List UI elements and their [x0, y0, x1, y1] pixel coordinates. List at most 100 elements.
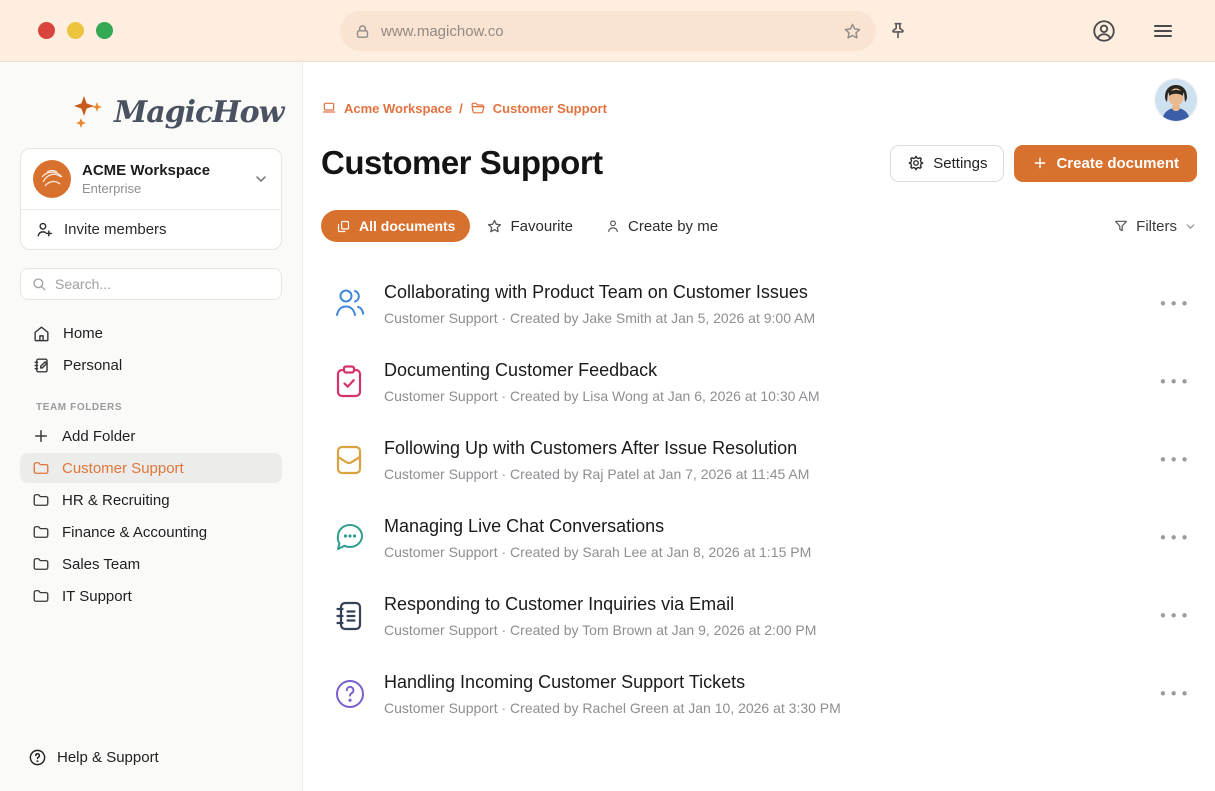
- sidebar-folder-label: Sales Team: [62, 556, 140, 573]
- address-bar[interactable]: www.magichow.co: [340, 11, 876, 51]
- sidebar-item-home[interactable]: Home: [20, 318, 282, 348]
- sidebar-folder-finance-accounting[interactable]: Finance & Accounting: [20, 517, 282, 547]
- row-menu-button[interactable]: •••: [1158, 295, 1191, 313]
- document-row[interactable]: Responding to Customer Inquiries via Ema…: [321, 584, 1197, 648]
- sidebar-folder-it-support[interactable]: IT Support: [20, 581, 282, 611]
- create-document-label: Create document: [1056, 155, 1179, 172]
- clipboard-check-icon: [334, 364, 366, 400]
- funnel-icon: [1113, 218, 1129, 234]
- person-icon: [605, 218, 621, 234]
- sidebar-folder-label: IT Support: [62, 588, 132, 605]
- sidebar-item-label: Home: [63, 325, 103, 342]
- search-box: [20, 268, 282, 300]
- sidebar-folder-label: HR & Recruiting: [62, 492, 170, 509]
- search-icon: [31, 276, 47, 292]
- tab-label: All documents: [359, 218, 455, 234]
- tab-label: Create by me: [628, 218, 718, 235]
- invite-members-label: Invite members: [64, 221, 167, 238]
- lock-icon: [354, 23, 371, 40]
- gear-icon: [907, 154, 925, 172]
- settings-button[interactable]: Settings: [890, 145, 1004, 182]
- tab-favourite[interactable]: Favourite: [486, 218, 573, 235]
- document-row[interactable]: Handling Incoming Customer Support Ticke…: [321, 662, 1197, 726]
- document-title: Handling Incoming Customer Support Ticke…: [384, 672, 841, 693]
- plus-icon: [32, 427, 50, 445]
- users-icon: [334, 286, 366, 322]
- document-row[interactable]: Collaborating with Product Team on Custo…: [321, 272, 1197, 336]
- document-row[interactable]: Following Up with Customers After Issue …: [321, 428, 1197, 492]
- account-icon[interactable]: [1089, 16, 1119, 46]
- filters-button[interactable]: Filters: [1113, 218, 1197, 235]
- main-content: Acme Workspace / Customer Support: [303, 62, 1215, 791]
- folder-open-icon: [470, 100, 486, 116]
- invite-members-button[interactable]: Invite members: [21, 209, 281, 249]
- search-input[interactable]: [55, 276, 271, 292]
- plus-icon: [1032, 155, 1048, 171]
- filters-label: Filters: [1136, 218, 1177, 235]
- sidebar-folder-label: Finance & Accounting: [62, 524, 207, 541]
- folder-icon: [32, 523, 50, 541]
- bookmark-star-icon[interactable]: [843, 22, 862, 41]
- folder-icon: [32, 491, 50, 509]
- url-text: www.magichow.co: [381, 23, 843, 40]
- create-document-button[interactable]: Create document: [1014, 145, 1197, 182]
- laptop-icon: [321, 100, 337, 116]
- breadcrumb-workspace[interactable]: Acme Workspace: [344, 101, 452, 116]
- help-support-button[interactable]: Help & Support: [28, 748, 159, 767]
- tab-all-documents[interactable]: All documents: [321, 210, 470, 242]
- user-avatar[interactable]: [1155, 79, 1197, 121]
- settings-label: Settings: [933, 155, 987, 172]
- add-folder-button[interactable]: Add Folder: [20, 421, 282, 451]
- app-logo-text: MagicHow: [114, 95, 283, 130]
- sidebar-nav: Home Personal TEAM FOLDERS Add Folder: [20, 318, 282, 611]
- tab-create-by-me[interactable]: Create by me: [605, 218, 718, 235]
- page-title: Customer Support: [321, 144, 603, 182]
- notebook-list-icon: [334, 599, 366, 633]
- app-logo: MagicHow: [68, 90, 282, 134]
- window-zoom-button[interactable]: [96, 22, 113, 39]
- document-title: Responding to Customer Inquiries via Ema…: [384, 594, 816, 615]
- notebook-pencil-icon: [32, 356, 51, 375]
- document-row[interactable]: Documenting Customer Feedback Customer S…: [321, 350, 1197, 414]
- folder-icon: [32, 587, 50, 605]
- sidebar-folder-customer-support[interactable]: Customer Support: [20, 453, 282, 483]
- window-close-button[interactable]: [38, 22, 55, 39]
- tab-label: Favourite: [510, 218, 573, 235]
- document-title: Following Up with Customers After Issue …: [384, 438, 809, 459]
- chevron-down-icon: [1184, 220, 1197, 233]
- sidebar-item-personal[interactable]: Personal: [20, 350, 282, 380]
- sidebar: MagicHow ACME Workspace Enterprise: [0, 62, 303, 791]
- window-minimize-button[interactable]: [67, 22, 84, 39]
- document-list: Collaborating with Product Team on Custo…: [321, 272, 1197, 726]
- sidebar-folder-label: Customer Support: [62, 460, 184, 477]
- workspace-avatar: [33, 160, 71, 198]
- row-menu-button[interactable]: •••: [1158, 373, 1191, 391]
- sparkles-icon: [68, 90, 108, 134]
- workspace-card: ACME Workspace Enterprise Invite members: [20, 148, 282, 250]
- row-menu-button[interactable]: •••: [1158, 529, 1191, 547]
- document-meta: Customer Support · Created by Tom Brown …: [384, 622, 816, 638]
- chat-bubble-icon: [334, 521, 366, 555]
- folder-icon: [32, 555, 50, 573]
- breadcrumb[interactable]: Acme Workspace / Customer Support: [321, 100, 607, 116]
- row-menu-button[interactable]: •••: [1158, 685, 1191, 703]
- row-menu-button[interactable]: •••: [1158, 451, 1191, 469]
- add-folder-label: Add Folder: [62, 428, 135, 445]
- row-menu-button[interactable]: •••: [1158, 607, 1191, 625]
- browser-chrome: www.magichow.co: [0, 0, 1215, 62]
- workspace-switcher[interactable]: ACME Workspace Enterprise: [21, 149, 281, 209]
- team-folders-label: TEAM FOLDERS: [36, 402, 282, 413]
- document-meta: Customer Support · Created by Sarah Lee …: [384, 544, 811, 560]
- breadcrumb-folder[interactable]: Customer Support: [493, 101, 607, 116]
- help-circle-icon: [28, 748, 47, 767]
- document-title: Managing Live Chat Conversations: [384, 516, 811, 537]
- home-icon: [32, 324, 51, 343]
- sidebar-folder-hr-recruiting[interactable]: HR & Recruiting: [20, 485, 282, 515]
- documents-copy-icon: [336, 219, 351, 234]
- question-circle-icon: [334, 677, 366, 711]
- help-support-label: Help & Support: [57, 749, 159, 766]
- menu-icon[interactable]: [1149, 17, 1177, 45]
- sidebar-folder-sales-team[interactable]: Sales Team: [20, 549, 282, 579]
- document-row[interactable]: Managing Live Chat Conversations Custome…: [321, 506, 1197, 570]
- pin-icon[interactable]: [885, 18, 911, 44]
